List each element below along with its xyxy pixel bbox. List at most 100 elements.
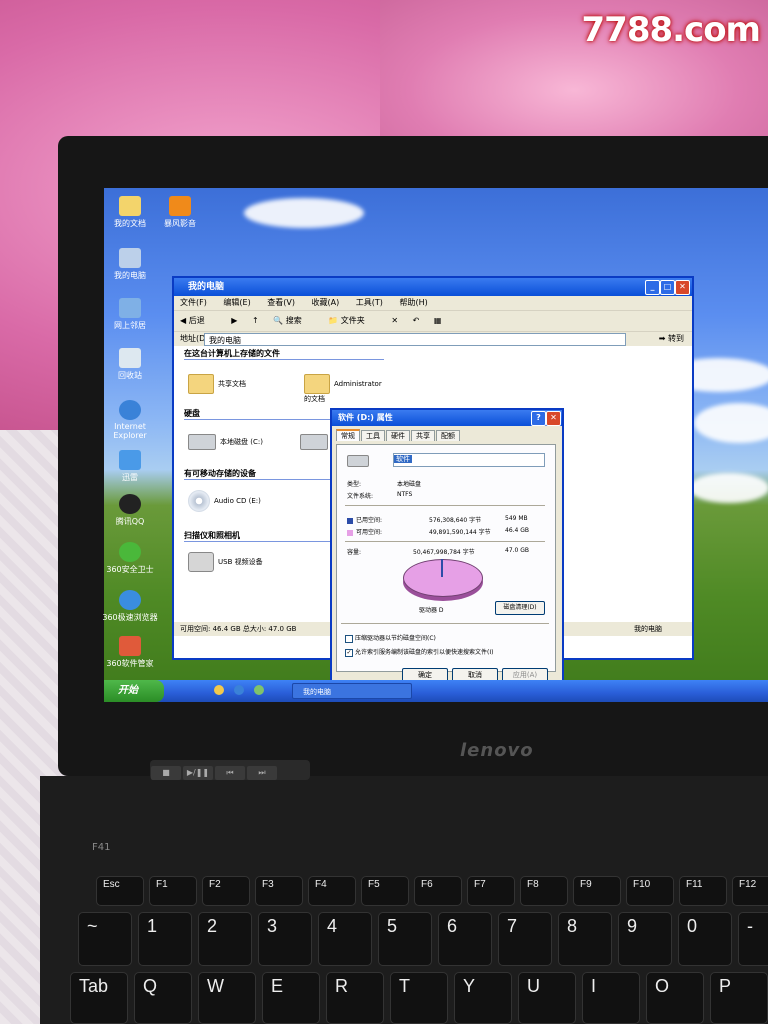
key-f5[interactable]: F5 (361, 876, 409, 906)
menu-tools[interactable]: 工具(T) (356, 298, 383, 307)
local-disk-c[interactable]: 本地磁盘 (C:) (188, 434, 263, 450)
index-checkbox[interactable]: ✓ (345, 648, 353, 657)
desktop-icon-storm-player[interactable]: 暴风影音 (150, 196, 210, 229)
key-q[interactable]: Q (134, 972, 192, 1024)
desktop-icon-label: 360安全卫士 (106, 565, 154, 574)
go-button[interactable]: ➡ 转到 (659, 332, 684, 346)
key-f11[interactable]: F11 (679, 876, 727, 906)
views-button[interactable]: ▦ (434, 316, 442, 325)
close-button[interactable]: ✕ (675, 280, 690, 295)
key-7[interactable]: 7 (498, 912, 552, 966)
menu-edit[interactable]: 编辑(E) (223, 298, 250, 307)
quicklaunch-icon[interactable] (214, 685, 224, 695)
key-w[interactable]: W (198, 972, 256, 1024)
tab-quota[interactable]: 配额 (436, 430, 460, 441)
status-left: 可用空间: 46.4 GB 总大小: 47.0 GB (180, 625, 297, 633)
prev-button[interactable]: ⏮ (215, 766, 245, 780)
key-f2[interactable]: F2 (202, 876, 250, 906)
key-3[interactable]: 3 (258, 912, 312, 966)
audio-cd[interactable]: Audio CD (E:) (188, 490, 261, 512)
key-o[interactable]: O (646, 972, 704, 1024)
key-0[interactable]: 0 (678, 912, 732, 966)
key-f8[interactable]: F8 (520, 876, 568, 906)
tab-tools[interactable]: 工具 (361, 430, 385, 441)
key-u[interactable]: U (518, 972, 576, 1024)
shared-documents[interactable]: 共享文档 (188, 374, 246, 394)
key-f4[interactable]: F4 (308, 876, 356, 906)
desktop-icon-network[interactable]: 网上邻居 (100, 298, 160, 331)
general-panel: 软件 类型: 本地磁盘 文件系统: NTFS 已用空间: 576,308,640… (336, 444, 556, 672)
key-e[interactable]: E (262, 972, 320, 1024)
start-button[interactable]: 开始 (104, 680, 164, 702)
key-1[interactable]: 1 (138, 912, 192, 966)
search-button[interactable]: 🔍 搜索 (273, 316, 314, 325)
tab-hardware[interactable]: 硬件 (386, 430, 410, 441)
local-disk-d[interactable] (300, 434, 332, 450)
key-esc[interactable]: Esc (96, 876, 144, 906)
help-button[interactable]: ? (531, 411, 546, 426)
forward-button[interactable]: ▶ (231, 316, 237, 325)
quicklaunch-icon[interactable] (254, 685, 264, 695)
back-button[interactable]: ◀ 后退 (180, 316, 217, 325)
admin-documents[interactable]: Administrator 的文档 (304, 374, 384, 404)
key-f9[interactable]: F9 (573, 876, 621, 906)
key-f1[interactable]: F1 (149, 876, 197, 906)
usb-camera[interactable]: USB 视频设备 (188, 552, 263, 572)
key-[interactable]: ~ (78, 912, 132, 966)
desktop-icon-360-manager[interactable]: 360软件管家 (100, 636, 160, 669)
menu-favorites[interactable]: 收藏(A) (312, 298, 340, 307)
key-y[interactable]: Y (454, 972, 512, 1024)
tab-general[interactable]: 常规 (336, 429, 360, 441)
ie-quicklaunch-icon[interactable] (234, 685, 244, 695)
address-input[interactable]: 我的电脑 (204, 333, 626, 346)
key-f7[interactable]: F7 (467, 876, 515, 906)
desktop-icon-ie[interactable]: Internet Explorer (100, 400, 160, 440)
key-[interactable]: - (738, 912, 768, 966)
next-button[interactable]: ⏭ (247, 766, 277, 780)
key-4[interactable]: 4 (318, 912, 372, 966)
key-r[interactable]: R (326, 972, 384, 1024)
minimize-button[interactable]: _ (645, 280, 660, 295)
key-f10[interactable]: F10 (626, 876, 674, 906)
start-label: 开始 (118, 685, 138, 696)
desktop-icon-recycle-bin[interactable]: 回收站 (100, 348, 160, 381)
key-p[interactable]: P (710, 972, 768, 1024)
stop-button[interactable]: ■ (151, 766, 181, 780)
disk-cleanup-button[interactable]: 磁盘清理(D) (495, 601, 545, 615)
up-button[interactable]: ↑ (252, 316, 259, 325)
play-pause-button[interactable]: ▶/❚❚ (183, 766, 213, 780)
maximize-button[interactable]: □ (660, 280, 675, 295)
key-9[interactable]: 9 (618, 912, 672, 966)
compress-option[interactable]: 压缩驱动器以节约磁盘空间(C) (345, 633, 436, 643)
menu-view[interactable]: 查看(V) (267, 298, 295, 307)
key-t[interactable]: T (390, 972, 448, 1024)
key-i[interactable]: I (582, 972, 640, 1024)
desktop-icon-thunder[interactable]: 迅雷 (100, 450, 160, 483)
index-option[interactable]: ✓ 允许索引服务编制该磁盘的索引以便快速搜索文件(I) (345, 647, 493, 657)
key-6[interactable]: 6 (438, 912, 492, 966)
delete-button[interactable]: ✕ (391, 316, 398, 325)
desktop-icon-360-safe[interactable]: 360安全卫士 (100, 542, 160, 575)
desktop-icon-label: 迅雷 (122, 473, 138, 482)
key-f12[interactable]: F12 (732, 876, 768, 906)
key-8[interactable]: 8 (558, 912, 612, 966)
menu-help[interactable]: 帮助(H) (399, 298, 427, 307)
go-label: 转到 (668, 334, 684, 343)
desktop-icon-my-computer[interactable]: 我的电脑 (100, 248, 160, 281)
taskbar-item-my-computer[interactable]: 我的电脑 (292, 683, 412, 699)
dialog-close-button[interactable]: ✕ (546, 411, 561, 426)
menu-file[interactable]: 文件(F) (180, 298, 207, 307)
desktop-icon-qq[interactable]: 腾讯QQ (100, 494, 160, 527)
folders-button[interactable]: 📁 文件夹 (328, 316, 377, 325)
tab-sharing[interactable]: 共享 (411, 430, 435, 441)
key-tab[interactable]: Tab (70, 972, 128, 1024)
volume-label-input[interactable]: 软件 (393, 453, 545, 467)
desktop-icon-360-browser[interactable]: 360极速浏览器 (100, 590, 160, 623)
compress-checkbox[interactable] (345, 634, 353, 643)
key-5[interactable]: 5 (378, 912, 432, 966)
undo-button[interactable]: ↶ (413, 316, 420, 325)
key-2[interactable]: 2 (198, 912, 252, 966)
key-f3[interactable]: F3 (255, 876, 303, 906)
free-swatch (347, 529, 353, 536)
key-f6[interactable]: F6 (414, 876, 462, 906)
